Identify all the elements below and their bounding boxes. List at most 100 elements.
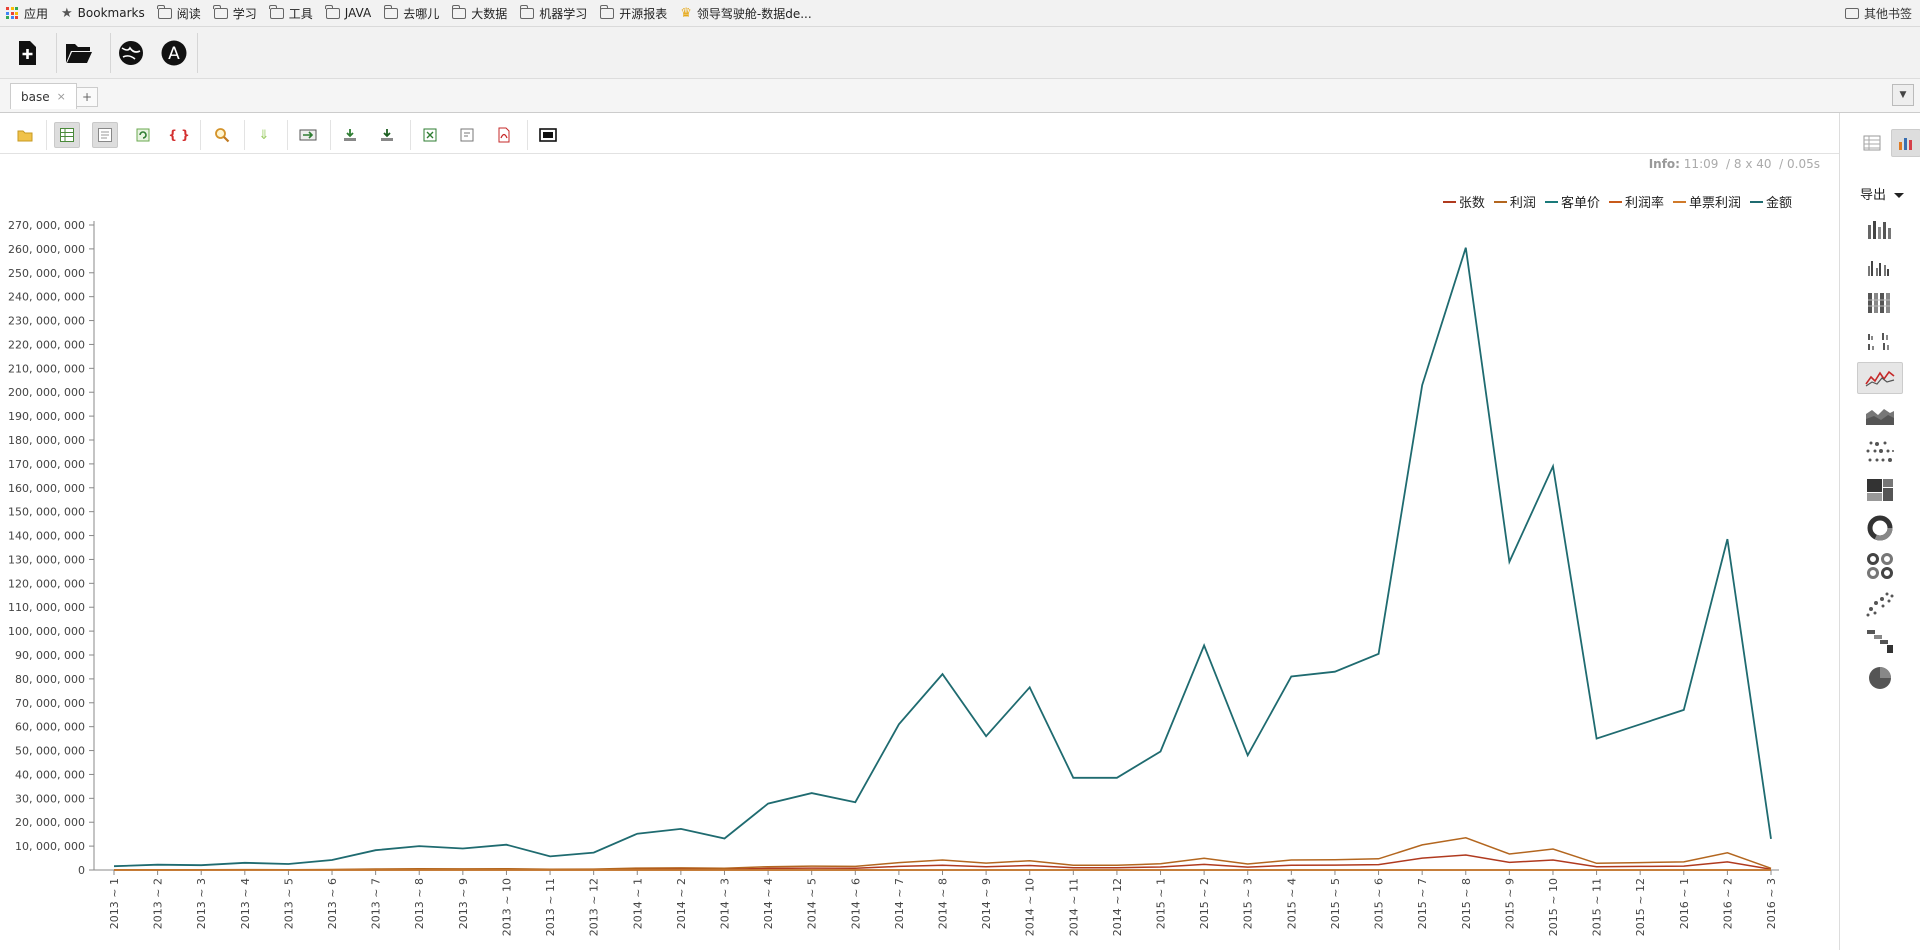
x-tick-label: 2014 ~ 7 <box>893 878 906 929</box>
series-line-0[interactable] <box>114 854 1772 871</box>
legend-swatch <box>1608 200 1622 203</box>
bookmark-folder[interactable]: 开源报表 <box>599 4 667 22</box>
add-tab-button[interactable]: + <box>76 87 98 107</box>
new-file-icon <box>19 41 36 65</box>
x-tick-label: 2015 ~ 7 <box>1416 878 1429 929</box>
save-button[interactable] <box>337 122 363 148</box>
save-as-button[interactable] <box>374 122 400 148</box>
folder-icon <box>213 4 228 19</box>
x-tick-label: 2013 ~ 11 <box>544 878 557 936</box>
y-tick-label: 90, 000, 000 <box>15 649 85 662</box>
x-tick-label: 2015 ~ 11 <box>1591 878 1604 936</box>
y-tick-label: 10, 000, 000 <box>15 840 85 853</box>
stacked-bar-button[interactable] <box>1857 287 1903 319</box>
form-view-button[interactable] <box>92 122 118 148</box>
line-chart-button[interactable] <box>1857 362 1903 394</box>
new-file-button[interactable] <box>10 37 44 69</box>
variable-button[interactable]: { } <box>166 122 192 148</box>
x-tick-label: 2014 ~ 2 <box>675 878 688 929</box>
account-button[interactable]: A <box>157 37 191 69</box>
grouped-bar-button[interactable] <box>1857 250 1903 282</box>
toolbar-divider <box>527 120 528 150</box>
refresh-icon <box>136 128 150 142</box>
fullscreen-button[interactable] <box>535 122 561 148</box>
series-line-5[interactable] <box>113 247 1772 868</box>
bookmark-other[interactable]: 其他书签 <box>1844 0 1912 27</box>
toolbar-divider <box>56 33 57 73</box>
bubble-chart-button[interactable] <box>1857 588 1903 620</box>
line-chart: 0 10, 000, 000 20, 000, 000 30, 000, 000 40,… <box>8 219 1779 936</box>
y-tick-label: 60, 000, 000 <box>15 721 85 734</box>
bookmark-dashboard[interactable]: ♛ 领导驾驶舱-数据de... <box>680 5 811 22</box>
bookmark-apps[interactable]: 应用 <box>6 5 48 22</box>
y-tick-label: 250, 000, 000 <box>8 267 85 280</box>
treemap-button[interactable] <box>1857 474 1903 506</box>
table-mode-button[interactable] <box>1857 129 1887 157</box>
chart-mode-button[interactable] <box>1891 129 1920 157</box>
account-a-icon: A <box>161 40 187 66</box>
y-tick-label: 30, 000, 000 <box>15 792 85 805</box>
search-button[interactable] <box>209 122 235 148</box>
info-time: 11:09 <box>1683 157 1719 171</box>
open-icon <box>17 130 33 142</box>
bookmark-folder[interactable]: 大数据 <box>451 4 507 22</box>
toolbar-divider <box>197 33 198 73</box>
word-export-button[interactable] <box>454 122 480 148</box>
table-view-button[interactable] <box>54 122 80 148</box>
legend-swatch <box>1493 200 1507 203</box>
x-tick-label: 2014 ~ 11 <box>1067 878 1080 936</box>
waterfall-button[interactable] <box>1857 625 1903 657</box>
multi-bar-button[interactable] <box>1857 324 1903 356</box>
bookmark-folder[interactable]: 工具 <box>269 4 313 22</box>
y-tick-label: 270, 000, 000 <box>8 219 85 232</box>
toolbar-divider <box>287 120 288 150</box>
excel-export-button[interactable] <box>417 122 443 148</box>
folder-icon <box>1844 8 1859 19</box>
bookmark-folder[interactable]: 去哪儿 <box>383 4 439 22</box>
y-tick-label: 100, 000, 000 <box>8 625 85 638</box>
export-arrow-icon <box>299 129 317 141</box>
bookmark-folder[interactable]: JAVA <box>325 4 371 20</box>
x-tick-label: 2015 ~ 4 <box>1285 878 1298 929</box>
toolbar-divider <box>200 120 201 150</box>
y-tick-label: 170, 000, 000 <box>8 458 85 471</box>
export-menu[interactable]: 导出 <box>1860 184 1905 203</box>
y-tick-label: 20, 000, 000 <box>15 816 85 829</box>
close-icon[interactable]: × <box>57 90 66 103</box>
pdf-icon <box>498 127 510 143</box>
y-tick-label: 260, 000, 000 <box>8 243 85 256</box>
x-tick-label: 2013 ~ 6 <box>326 878 339 929</box>
table-mode-icon <box>1863 135 1881 151</box>
table-view-icon <box>60 128 74 142</box>
multi-bar-icon <box>1868 333 1889 350</box>
bubble-icon <box>1866 592 1894 617</box>
x-tick-label: 2014 ~ 4 <box>762 878 775 929</box>
bar-chart-button[interactable] <box>1857 213 1903 245</box>
x-tick-label: 2015 ~ 2 <box>1198 878 1211 929</box>
bookmark-bookmarks[interactable]: ★ Bookmarks <box>61 6 145 21</box>
y-tick-label: 70, 000, 000 <box>15 697 85 710</box>
open-button[interactable] <box>12 122 38 148</box>
x-tick-label: 2013 ~ 8 <box>413 878 426 929</box>
language-button[interactable] <box>114 37 148 69</box>
pie-chart-icon <box>1869 667 1891 689</box>
scatter-chart-button[interactable] <box>1857 436 1903 468</box>
treemap-icon <box>1867 479 1893 501</box>
tab-dropdown-button[interactable]: ▼ <box>1892 84 1914 106</box>
x-tick-label: 2013 ~ 2 <box>152 878 165 929</box>
multi-donut-button[interactable] <box>1857 550 1903 582</box>
tab-base[interactable]: base × <box>10 83 77 109</box>
bookmark-folder[interactable]: 学习 <box>213 4 257 22</box>
x-tick-label: 2013 ~ 4 <box>239 878 252 929</box>
bookmark-folder[interactable]: 阅读 <box>157 4 201 22</box>
bookmark-folder[interactable]: 机器学习 <box>519 4 587 22</box>
donut-chart-button[interactable] <box>1857 512 1903 544</box>
open-folder-button[interactable] <box>62 37 96 69</box>
download-arrow-button[interactable]: ⇓ <box>251 122 277 148</box>
export-arrow-button[interactable] <box>295 122 321 148</box>
pdf-export-button[interactable] <box>491 122 517 148</box>
refresh-button[interactable] <box>130 122 156 148</box>
area-chart-button[interactable] <box>1857 400 1903 432</box>
report-toolbar: { } ⇓ <box>0 114 1839 154</box>
pie-chart-button[interactable] <box>1857 662 1903 694</box>
